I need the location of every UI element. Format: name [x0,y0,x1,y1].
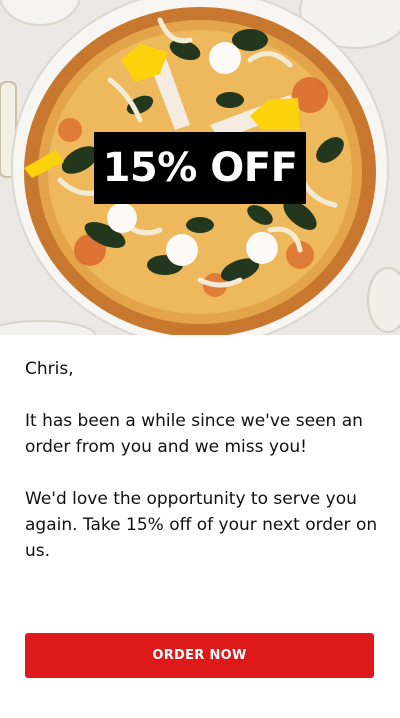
greeting: Chris, [25,359,74,379]
message-body: Chris, It has been a while since we've s… [25,356,380,590]
hero-image: 15% OFF [0,0,400,335]
discount-badge: 15% OFF [94,132,306,204]
order-now-button[interactable]: ORDER NOW [25,633,374,678]
message-paragraph: We'd love the opportunity to serve you a… [25,489,378,561]
message-paragraph: It has been a while since we've seen an … [25,411,363,457]
